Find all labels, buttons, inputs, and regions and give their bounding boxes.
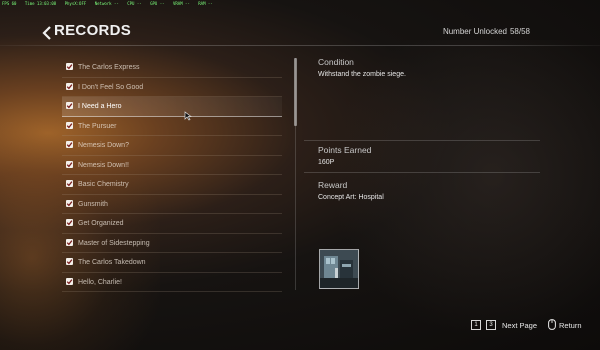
record-label: The Pursuer [78, 122, 117, 130]
record-item[interactable]: Master of Sidestepping [62, 234, 282, 253]
reward-value: Concept Art: Hospital [318, 194, 384, 201]
record-label: I Need a Hero [78, 103, 122, 110]
scrollbar-thumb[interactable] [294, 58, 297, 126]
debug-item: FPS 60 [2, 1, 17, 6]
record-item[interactable]: Get Organized [62, 214, 282, 234]
page-title: RECORDS [54, 22, 132, 39]
record-item[interactable]: Hello, Charlie! [62, 273, 282, 292]
record-label: I Don't Feel So Good [78, 83, 144, 91]
points-section: Points Earned 160P [318, 145, 548, 166]
debug-item: Network -- [94, 1, 119, 6]
record-item[interactable]: The Carlos Express [62, 58, 282, 78]
record-item[interactable]: The Carlos Takedown [62, 253, 282, 273]
condition-text: Withstand the zombie siege. [318, 71, 406, 78]
record-label: Gunsmith [78, 200, 108, 208]
record-item[interactable]: Nemesis Down? [62, 136, 282, 156]
debug-item: CPU -- [127, 1, 142, 6]
record-item[interactable]: Nemesis Down!! [62, 156, 282, 175]
debug-item: Time 13:03:08 [24, 1, 57, 6]
condition-title: Condition [318, 57, 354, 67]
condition-section: Condition Withstand the zombie siege. [318, 57, 548, 78]
header: RECORDS Number Unlocked 58/58 [42, 20, 562, 46]
checkbox-checked-icon [66, 102, 73, 109]
detail-divider [304, 172, 540, 173]
debug-item: VRAM -- [172, 1, 190, 6]
record-item[interactable]: Gunsmith [62, 195, 282, 214]
record-label: Basic Chemistry [78, 181, 129, 188]
next-page-button[interactable]: Next Page [502, 321, 537, 330]
return-button[interactable]: Return [559, 321, 582, 330]
checkbox-checked-icon [66, 180, 73, 187]
header-divider [0, 45, 600, 46]
record-label: Nemesis Down!! [78, 161, 129, 169]
mouse-cursor-icon [184, 108, 193, 121]
debug-item: PhysX:OFF [64, 1, 87, 6]
checkbox-checked-icon [66, 82, 73, 90]
record-item[interactable]: I Don't Feel So Good [62, 78, 282, 97]
checkbox-checked-icon [66, 258, 73, 265]
records-list: The Carlos Express I Don't Feel So Good I … [62, 58, 282, 292]
mouse-icon[interactable] [548, 319, 556, 330]
debug-overlay: FPS 60 Time 13:03:08 PhysX:OFF Network -… [2, 0, 219, 7]
reward-thumbnail [319, 249, 359, 289]
record-item[interactable]: I Need a Hero [62, 97, 282, 117]
key-1-hint[interactable]: 1 [471, 320, 481, 330]
record-label: Hello, Charlie! [78, 278, 122, 286]
checkbox-checked-icon [66, 121, 73, 129]
record-item[interactable]: Basic Chemistry [62, 175, 282, 195]
unlocked-counter: Number Unlocked 58/58 [440, 27, 530, 36]
points-value: 160P [318, 159, 335, 166]
record-label: The Carlos Express [78, 64, 140, 71]
points-title: Points Earned [318, 145, 372, 155]
record-label: The Carlos Takedown [78, 259, 146, 266]
checkbox-checked-icon [66, 277, 73, 285]
debug-item: GPU -- [150, 1, 165, 6]
reward-section: Reward Concept Art: Hospital [318, 180, 548, 201]
record-label: Master of Sidestepping [78, 239, 150, 247]
checkbox-checked-icon [66, 219, 73, 226]
checkbox-checked-icon [66, 63, 73, 70]
checkbox-checked-icon [66, 199, 73, 207]
unlocked-value: 58/58 [509, 27, 530, 36]
detail-divider [304, 140, 540, 141]
unlocked-label: Number Unlocked [442, 27, 507, 36]
footer-controls: 1 3 Next Page Return [471, 319, 591, 332]
record-item[interactable]: The Pursuer [62, 117, 282, 136]
reward-title: Reward [318, 180, 348, 190]
checkbox-checked-icon [66, 141, 73, 148]
checkbox-checked-icon [66, 160, 73, 168]
key-3-hint[interactable]: 3 [486, 320, 496, 330]
checkbox-checked-icon [66, 238, 73, 246]
debug-item: RAM -- [198, 1, 213, 6]
record-label: Nemesis Down? [78, 142, 129, 149]
record-label: Get Organized [78, 220, 124, 227]
